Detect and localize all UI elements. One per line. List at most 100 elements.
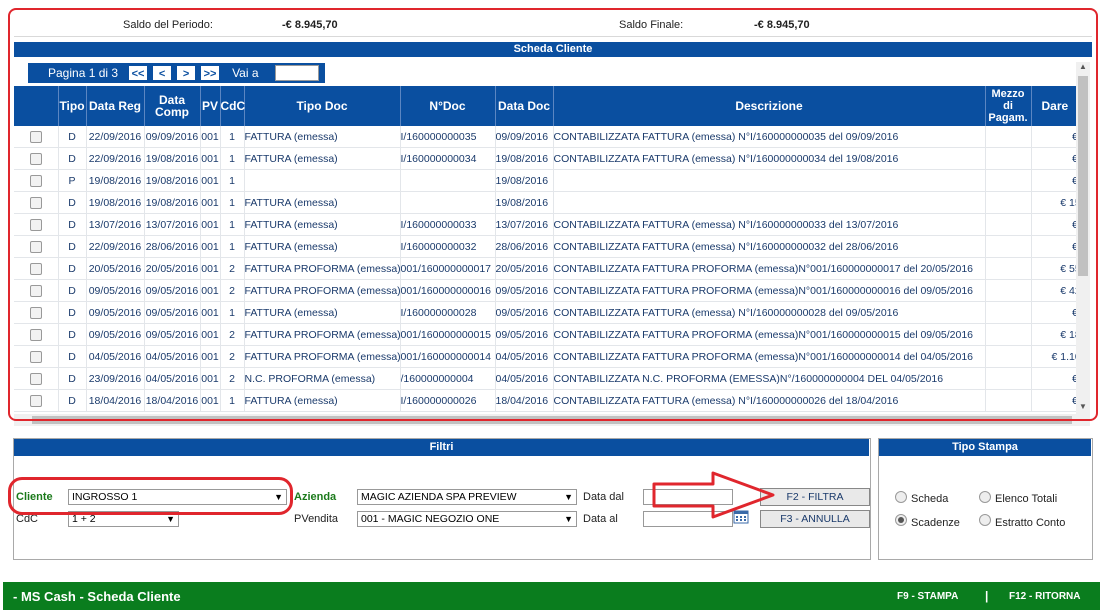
table-cell: 2 <box>220 323 245 346</box>
table-cell: 001 <box>200 301 221 324</box>
vertical-scrollbar[interactable]: ▲ ▼ <box>1076 62 1090 414</box>
prev-page-button[interactable]: < <box>152 65 173 81</box>
table-cell: FATTURA (emessa) <box>244 235 401 258</box>
table-row[interactable]: D 19/08/2016 19/08/2016 001 1 FATTURA (emessa… <box>14 191 1076 214</box>
azienda-select-value: MAGIC AZIENDA SPA PREVIEW <box>361 491 517 503</box>
table-row[interactable]: P19/08/201619/08/2016001119/08/2016€ 0, <box>14 169 1076 192</box>
table-cell: D <box>58 257 87 280</box>
table-cell: D <box>58 389 87 412</box>
column-header[interactable]: Dare <box>1031 86 1076 126</box>
row-checkbox[interactable] <box>29 328 42 341</box>
table-row[interactable]: D 22/09/2016 09/09/2016 001 1 FATTURA (emessa… <box>14 126 1076 148</box>
table-cell: D <box>58 213 87 236</box>
pager-bar: Pagina 1 di 3 << < > >> Vai a <box>28 63 325 83</box>
table-cell <box>553 169 986 192</box>
horizontal-scroll-thumb[interactable] <box>32 416 1072 424</box>
row-checkbox-cell <box>14 389 59 412</box>
table-cell: 18/04/2016 <box>86 389 145 412</box>
column-header[interactable]: PV <box>200 86 221 126</box>
movements-table: Tipo Data Reg Data Comp PV CdC Tipo Doc … <box>14 86 1076 412</box>
row-checkbox[interactable] <box>29 306 42 319</box>
column-header[interactable]: Mezzo di Pagam. <box>985 86 1032 126</box>
table-row[interactable]: D 22/09/2016 28/06/2016 001 1 FATTURA (emessa… <box>14 235 1076 258</box>
row-checkbox[interactable] <box>29 350 42 363</box>
column-header[interactable]: Data Comp <box>144 86 201 126</box>
row-checkbox-cell <box>14 191 59 214</box>
scroll-down-icon[interactable]: ▼ <box>1076 402 1090 414</box>
table-cell: 001/160000000017 <box>400 257 496 280</box>
column-header[interactable]: Data Reg <box>86 86 145 126</box>
row-checkbox[interactable] <box>29 372 42 385</box>
table-cell: 13/07/2016 <box>86 213 145 236</box>
table-row[interactable]: D 09/05/2016 09/05/2016 001 2 FATTURA PROFORM… <box>14 323 1076 346</box>
column-header[interactable]: Tipo Doc <box>244 86 401 126</box>
cliente-select[interactable]: INGROSSO 1 ▼ <box>68 489 287 505</box>
row-checkbox[interactable] <box>29 284 42 297</box>
table-cell: I/160000000033 <box>400 213 496 236</box>
row-checkbox[interactable] <box>29 174 42 187</box>
row-checkbox-cell <box>14 213 59 236</box>
table-cell: FATTURA PROFORMA (emessa) <box>244 279 401 302</box>
table-row[interactable]: D 13/07/2016 13/07/2016 001 1 FATTURA (emessa… <box>14 213 1076 236</box>
estratto-conto-radio[interactable] <box>979 514 991 526</box>
column-header[interactable]: N°Doc <box>400 86 496 126</box>
scroll-up-icon[interactable]: ▲ <box>1076 62 1090 74</box>
row-checkbox[interactable] <box>29 262 42 275</box>
column-header[interactable]: CdC <box>220 86 245 126</box>
goto-page-input[interactable] <box>274 65 319 81</box>
last-page-button[interactable]: >> <box>200 65 221 81</box>
table-cell: 09/09/2016 <box>144 126 201 148</box>
table-cell <box>985 367 1032 390</box>
column-header[interactable]: Tipo <box>58 86 87 126</box>
column-header[interactable]: Descrizione <box>553 86 986 126</box>
table-row[interactable]: D 18/04/2016 18/04/2016 001 1 FATTURA (emessa… <box>14 389 1076 412</box>
row-checkbox[interactable] <box>29 196 42 209</box>
cdc-select[interactable]: 1 + 2 ▼ <box>68 511 179 527</box>
row-checkbox[interactable] <box>29 218 42 231</box>
table-cell: D <box>58 323 87 346</box>
row-checkbox[interactable] <box>29 240 42 253</box>
table-row[interactable]: D 23/09/2016 04/05/2016 001 2 N.C. PROFORMA (… <box>14 367 1076 390</box>
scheda-radio-label: Scheda <box>911 493 949 505</box>
next-page-button[interactable]: > <box>176 65 197 81</box>
scadenze-radio[interactable] <box>895 514 907 526</box>
table-cell <box>985 389 1032 412</box>
column-header[interactable]: Data Doc <box>495 86 554 126</box>
table-cell: 001 <box>200 126 221 148</box>
table-cell <box>985 191 1032 214</box>
table-cell: 2 <box>220 367 245 390</box>
table-cell: /160000000004 <box>400 367 496 390</box>
table-cell <box>985 345 1032 368</box>
table-cell <box>244 169 401 192</box>
table-cell: 09/05/2016 <box>86 323 145 346</box>
saldo-bar: Saldo del Periodo: -€ 8.945,70 Saldo Fin… <box>14 14 1092 37</box>
estratto-conto-radio-label: Estratto Conto <box>995 517 1066 529</box>
row-checkbox[interactable] <box>29 152 42 165</box>
row-checkbox[interactable] <box>29 394 42 407</box>
ritorna-button[interactable]: F12 - RITORNA <box>1009 591 1081 602</box>
table-cell: 001 <box>200 235 221 258</box>
cdc-select-value: 1 + 2 <box>72 513 96 525</box>
table-row[interactable]: D 04/05/2016 04/05/2016 001 2 FATTURA PROFORM… <box>14 345 1076 368</box>
table-cell: € 1.102, <box>1031 345 1076 368</box>
elenco-totali-radio[interactable] <box>979 491 991 503</box>
table-cell: FATTURA (emessa) <box>244 389 401 412</box>
table-cell: 13/07/2016 <box>495 213 554 236</box>
vertical-scroll-thumb[interactable] <box>1078 76 1088 276</box>
table-row[interactable]: D 20/05/2016 20/05/2016 001 2 FATTURA PROFORM… <box>14 257 1076 280</box>
table-row[interactable]: D 22/09/2016 19/08/2016 001 1 FATTURA (emessa… <box>14 147 1076 170</box>
footer-separator: | <box>985 589 989 603</box>
first-page-button[interactable]: << <box>128 65 149 81</box>
row-checkbox[interactable] <box>29 130 42 143</box>
horizontal-scrollbar[interactable] <box>14 414 1090 426</box>
table-cell: € 0, <box>1031 147 1076 170</box>
table-row[interactable]: D 09/05/2016 09/05/2016 001 2 FATTURA PROFORM… <box>14 279 1076 302</box>
azienda-select[interactable]: MAGIC AZIENDA SPA PREVIEW ▼ <box>357 489 577 505</box>
stampa-button[interactable]: F9 - STAMPA <box>897 591 958 602</box>
pvendita-select[interactable]: 001 - MAGIC NEGOZIO ONE ▼ <box>357 511 577 527</box>
table-cell: 19/08/2016 <box>86 191 145 214</box>
table-cell: CONTABILIZZATA FATTURA PROFORMA (emessa)… <box>553 257 986 280</box>
goto-label: Vai a <box>222 63 269 83</box>
scheda-radio[interactable] <box>895 491 907 503</box>
table-row[interactable]: D 09/05/2016 09/05/2016 001 1 FATTURA (emessa… <box>14 301 1076 324</box>
